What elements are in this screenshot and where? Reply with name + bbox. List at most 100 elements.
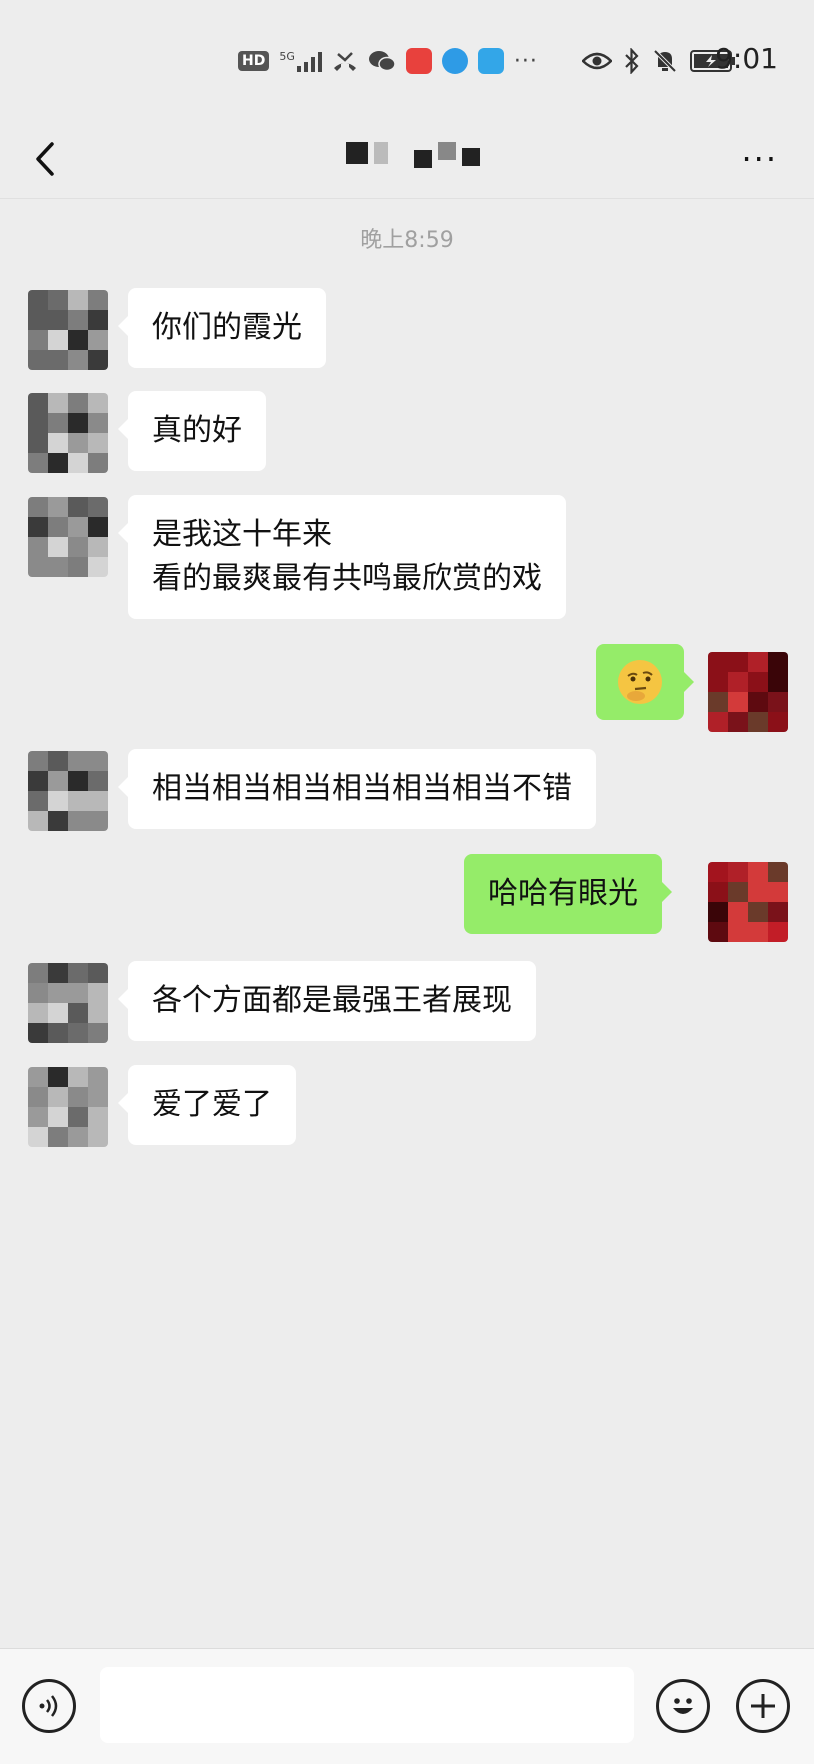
avatar-pixel xyxy=(68,963,88,983)
avatar-pixel xyxy=(68,751,88,771)
avatar-pixel xyxy=(28,1067,48,1087)
avatar-pixel xyxy=(748,862,768,882)
avatar-pixel xyxy=(88,290,108,310)
avatar-pixel xyxy=(88,557,108,577)
avatar-pixel xyxy=(708,692,728,712)
emoji-icon[interactable] xyxy=(656,1679,710,1733)
wechat-icon xyxy=(368,51,396,72)
contact-name-blurred xyxy=(346,142,480,168)
avatar-pixel xyxy=(728,882,748,902)
avatar-pixel xyxy=(28,413,48,433)
avatar-pixel xyxy=(68,1003,88,1023)
avatar-pixel xyxy=(28,393,48,413)
avatar-pixel xyxy=(48,413,68,433)
contact-avatar[interactable] xyxy=(28,393,108,473)
avatar-pixel xyxy=(728,862,748,882)
avatar-pixel xyxy=(708,922,728,942)
outgoing-emoji-message[interactable] xyxy=(596,644,694,720)
avatar-pixel xyxy=(708,882,728,902)
incoming-message[interactable]: 各个方面都是最强王者展现 xyxy=(118,961,536,1041)
avatar-pixel xyxy=(48,453,68,473)
eye-icon xyxy=(582,52,612,70)
avatar-pixel xyxy=(88,310,108,330)
chat-area[interactable]: 晚上8:59 你们的霞光 真的好 是我这十年来 看的最爽最有共鸣最欣赏的戏 相当… xyxy=(0,198,814,1648)
my-avatar[interactable] xyxy=(708,862,788,942)
avatar-pixel xyxy=(48,1023,68,1043)
chat-header: ··· xyxy=(0,120,814,199)
contact-avatar[interactable] xyxy=(28,497,108,577)
avatar-pixel xyxy=(768,902,788,922)
avatar-pixel xyxy=(708,652,728,672)
avatar-pixel xyxy=(88,983,108,1003)
avatar-pixel xyxy=(768,672,788,692)
avatar-pixel xyxy=(88,963,108,983)
avatar-pixel xyxy=(28,453,48,473)
avatar-pixel xyxy=(88,811,108,831)
avatar-pixel xyxy=(68,771,88,791)
avatar-pixel xyxy=(68,1023,88,1043)
contact-avatar[interactable] xyxy=(28,290,108,370)
plus-icon[interactable] xyxy=(736,1679,790,1733)
contact-avatar[interactable] xyxy=(28,1067,108,1147)
contact-avatar[interactable] xyxy=(28,963,108,1043)
incoming-message[interactable]: 爱了爱了 xyxy=(118,1065,296,1145)
avatar-pixel xyxy=(708,712,728,732)
status-icons-left: HD 5G ··· xyxy=(238,44,538,78)
avatar-pixel xyxy=(88,330,108,350)
avatar-pixel xyxy=(48,1127,68,1147)
avatar-pixel xyxy=(28,1087,48,1107)
avatar-pixel xyxy=(768,652,788,672)
avatar-pixel xyxy=(28,350,48,370)
avatar-pixel xyxy=(48,771,68,791)
avatar-pixel xyxy=(88,791,108,811)
avatar-pixel xyxy=(28,811,48,831)
avatar-pixel xyxy=(88,1087,108,1107)
avatar-pixel xyxy=(68,811,88,831)
avatar-pixel xyxy=(48,963,68,983)
avatar-pixel xyxy=(28,310,48,330)
avatar-pixel xyxy=(48,983,68,1003)
avatar-pixel xyxy=(28,497,48,517)
contact-avatar[interactable] xyxy=(28,751,108,831)
hd-icon: HD xyxy=(238,51,270,71)
message-input[interactable] xyxy=(100,1667,634,1743)
avatar-pixel xyxy=(748,692,768,712)
status-icons-right xyxy=(582,44,736,78)
avatar-pixel xyxy=(748,882,768,902)
avatar-pixel xyxy=(88,1067,108,1087)
huawei-app-icon xyxy=(405,48,432,74)
avatar-pixel xyxy=(28,751,48,771)
avatar-pixel xyxy=(68,1107,88,1127)
avatar-pixel xyxy=(768,882,788,902)
avatar-pixel xyxy=(28,330,48,350)
more-dots-icon: ··· xyxy=(513,48,538,74)
status-bar: HD 5G ··· 9:01 xyxy=(0,0,814,120)
incoming-message[interactable]: 是我这十年来 看的最爽最有共鸣最欣赏的戏 xyxy=(118,495,566,619)
avatar-pixel xyxy=(88,393,108,413)
avatar-pixel xyxy=(28,1107,48,1127)
my-avatar[interactable] xyxy=(708,652,788,732)
avatar-pixel xyxy=(48,751,68,771)
outgoing-message[interactable]: 哈哈有眼光 xyxy=(464,854,672,934)
avatar-pixel xyxy=(768,922,788,942)
avatar-pixel xyxy=(48,433,68,453)
incoming-message[interactable]: 你们的霞光 xyxy=(118,288,326,368)
avatar-pixel xyxy=(728,672,748,692)
incoming-message[interactable]: 真的好 xyxy=(118,391,266,471)
voice-icon[interactable] xyxy=(22,1679,76,1733)
avatar-pixel xyxy=(48,517,68,537)
back-arrow-icon[interactable] xyxy=(28,134,68,184)
blue-app-icon xyxy=(441,48,468,74)
more-options-icon[interactable]: ··· xyxy=(741,140,778,178)
browser-app-icon xyxy=(477,48,504,74)
avatar-pixel xyxy=(48,330,68,350)
incoming-message[interactable]: 相当相当相当相当相当相当不错 xyxy=(118,749,596,829)
avatar-pixel xyxy=(68,537,88,557)
avatar-pixel xyxy=(748,922,768,942)
avatar-pixel xyxy=(728,692,748,712)
avatar-pixel xyxy=(48,393,68,413)
bluetooth-icon xyxy=(625,48,639,74)
avatar-pixel xyxy=(88,433,108,453)
avatar-pixel xyxy=(28,1003,48,1023)
avatar-pixel xyxy=(88,517,108,537)
